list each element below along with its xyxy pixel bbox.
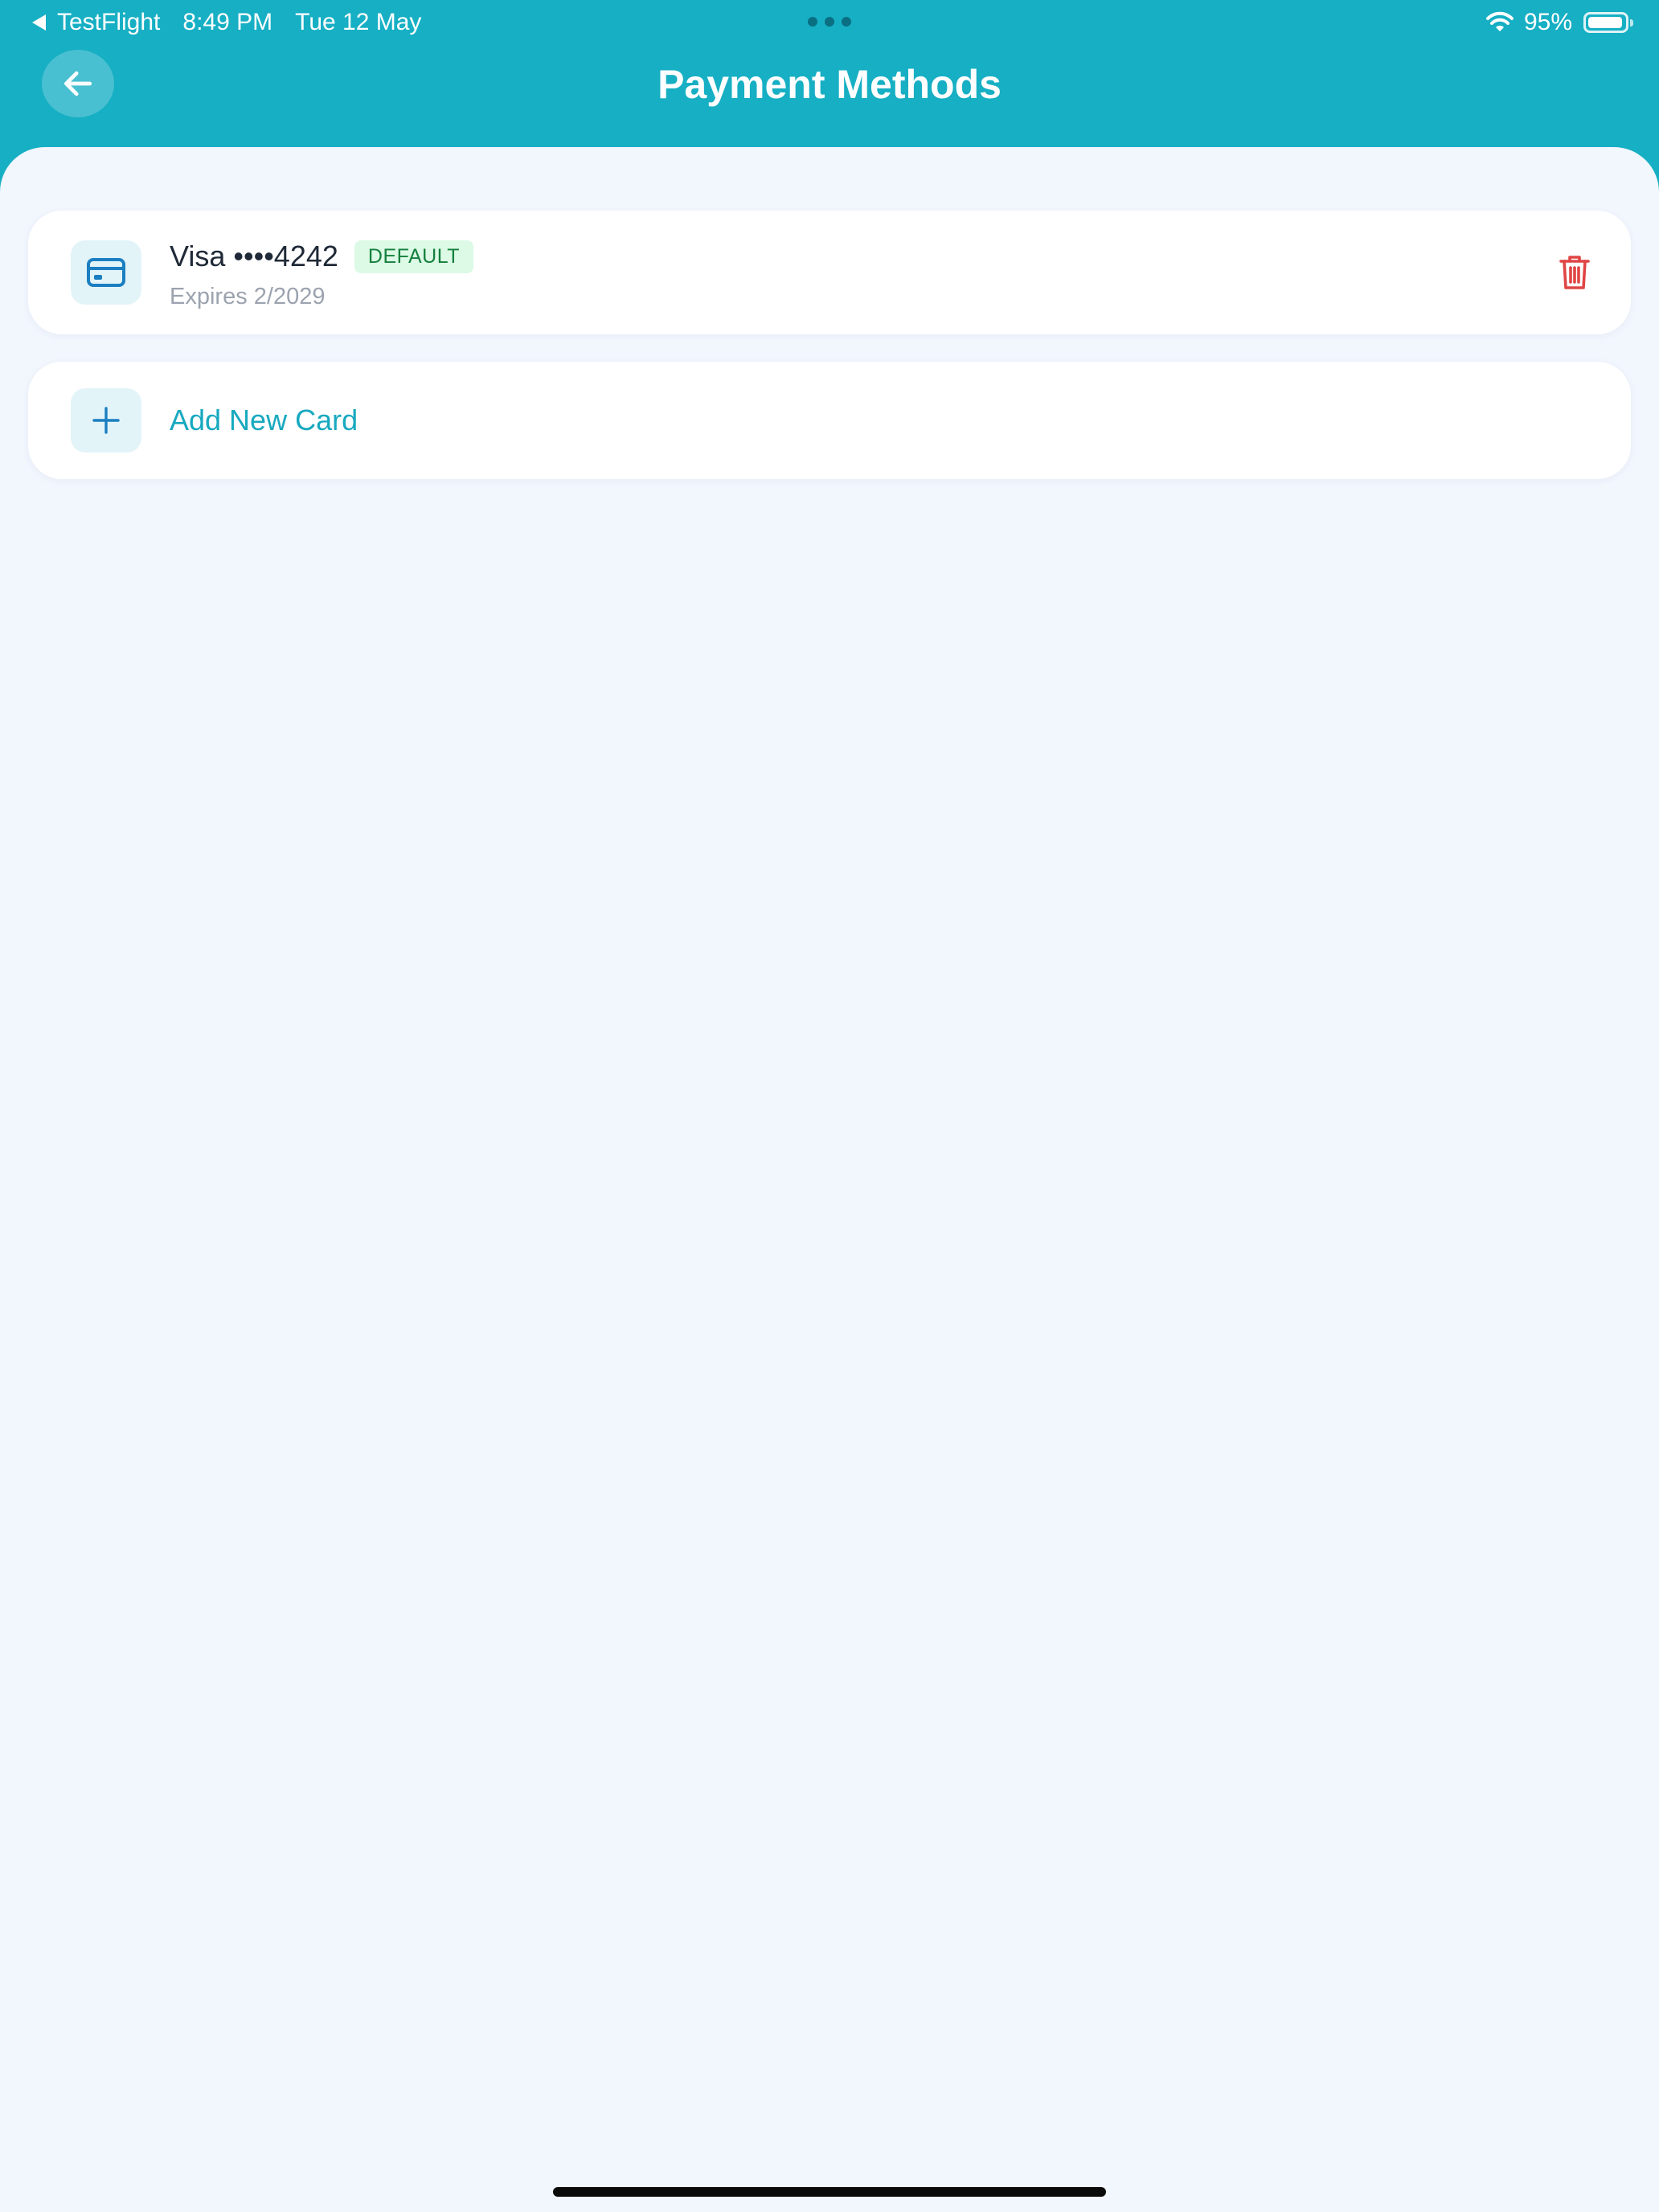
back-to-app-icon[interactable] <box>32 14 46 31</box>
add-new-card-label: Add New Card <box>170 403 358 436</box>
status-bar-left: TestFlight 8:49 PM Tue 12 May <box>32 6 421 39</box>
card-title-row: Visa ••••4242 DEFAULT <box>170 238 474 275</box>
home-indicator[interactable] <box>553 2187 1106 2197</box>
add-icon-tile <box>71 388 141 453</box>
back-to-app-label[interactable]: TestFlight <box>57 6 160 39</box>
payment-card-item[interactable]: Visa ••••4242 DEFAULT Expires 2/2029 <box>28 211 1631 334</box>
status-date: Tue 12 May <box>295 9 422 35</box>
content-area: Visa ••••4242 DEFAULT Expires 2/2029 Add… <box>0 147 1659 2212</box>
status-time: 8:49 PM <box>182 9 273 35</box>
add-new-card-button[interactable]: Add New Card <box>28 362 1631 479</box>
trash-icon <box>1559 256 1590 289</box>
page-title: Payment Methods <box>657 62 1002 107</box>
credit-card-icon <box>87 258 125 287</box>
multitasking-menu-icon[interactable] <box>808 17 851 27</box>
card-icon-tile <box>71 240 141 305</box>
card-expiry: Expires 2/2029 <box>170 284 326 309</box>
battery-icon <box>1583 12 1633 33</box>
default-badge: DEFAULT <box>354 240 474 273</box>
plus-icon <box>92 407 120 434</box>
status-bar-right: 95% <box>1485 6 1633 39</box>
wifi-icon <box>1485 11 1514 31</box>
card-name: Visa ••••4242 <box>170 240 338 272</box>
battery-percent: 95% <box>1523 9 1572 35</box>
status-bar: TestFlight 8:49 PM Tue 12 May 95% <box>0 0 1659 45</box>
delete-card-button[interactable] <box>1550 248 1599 297</box>
